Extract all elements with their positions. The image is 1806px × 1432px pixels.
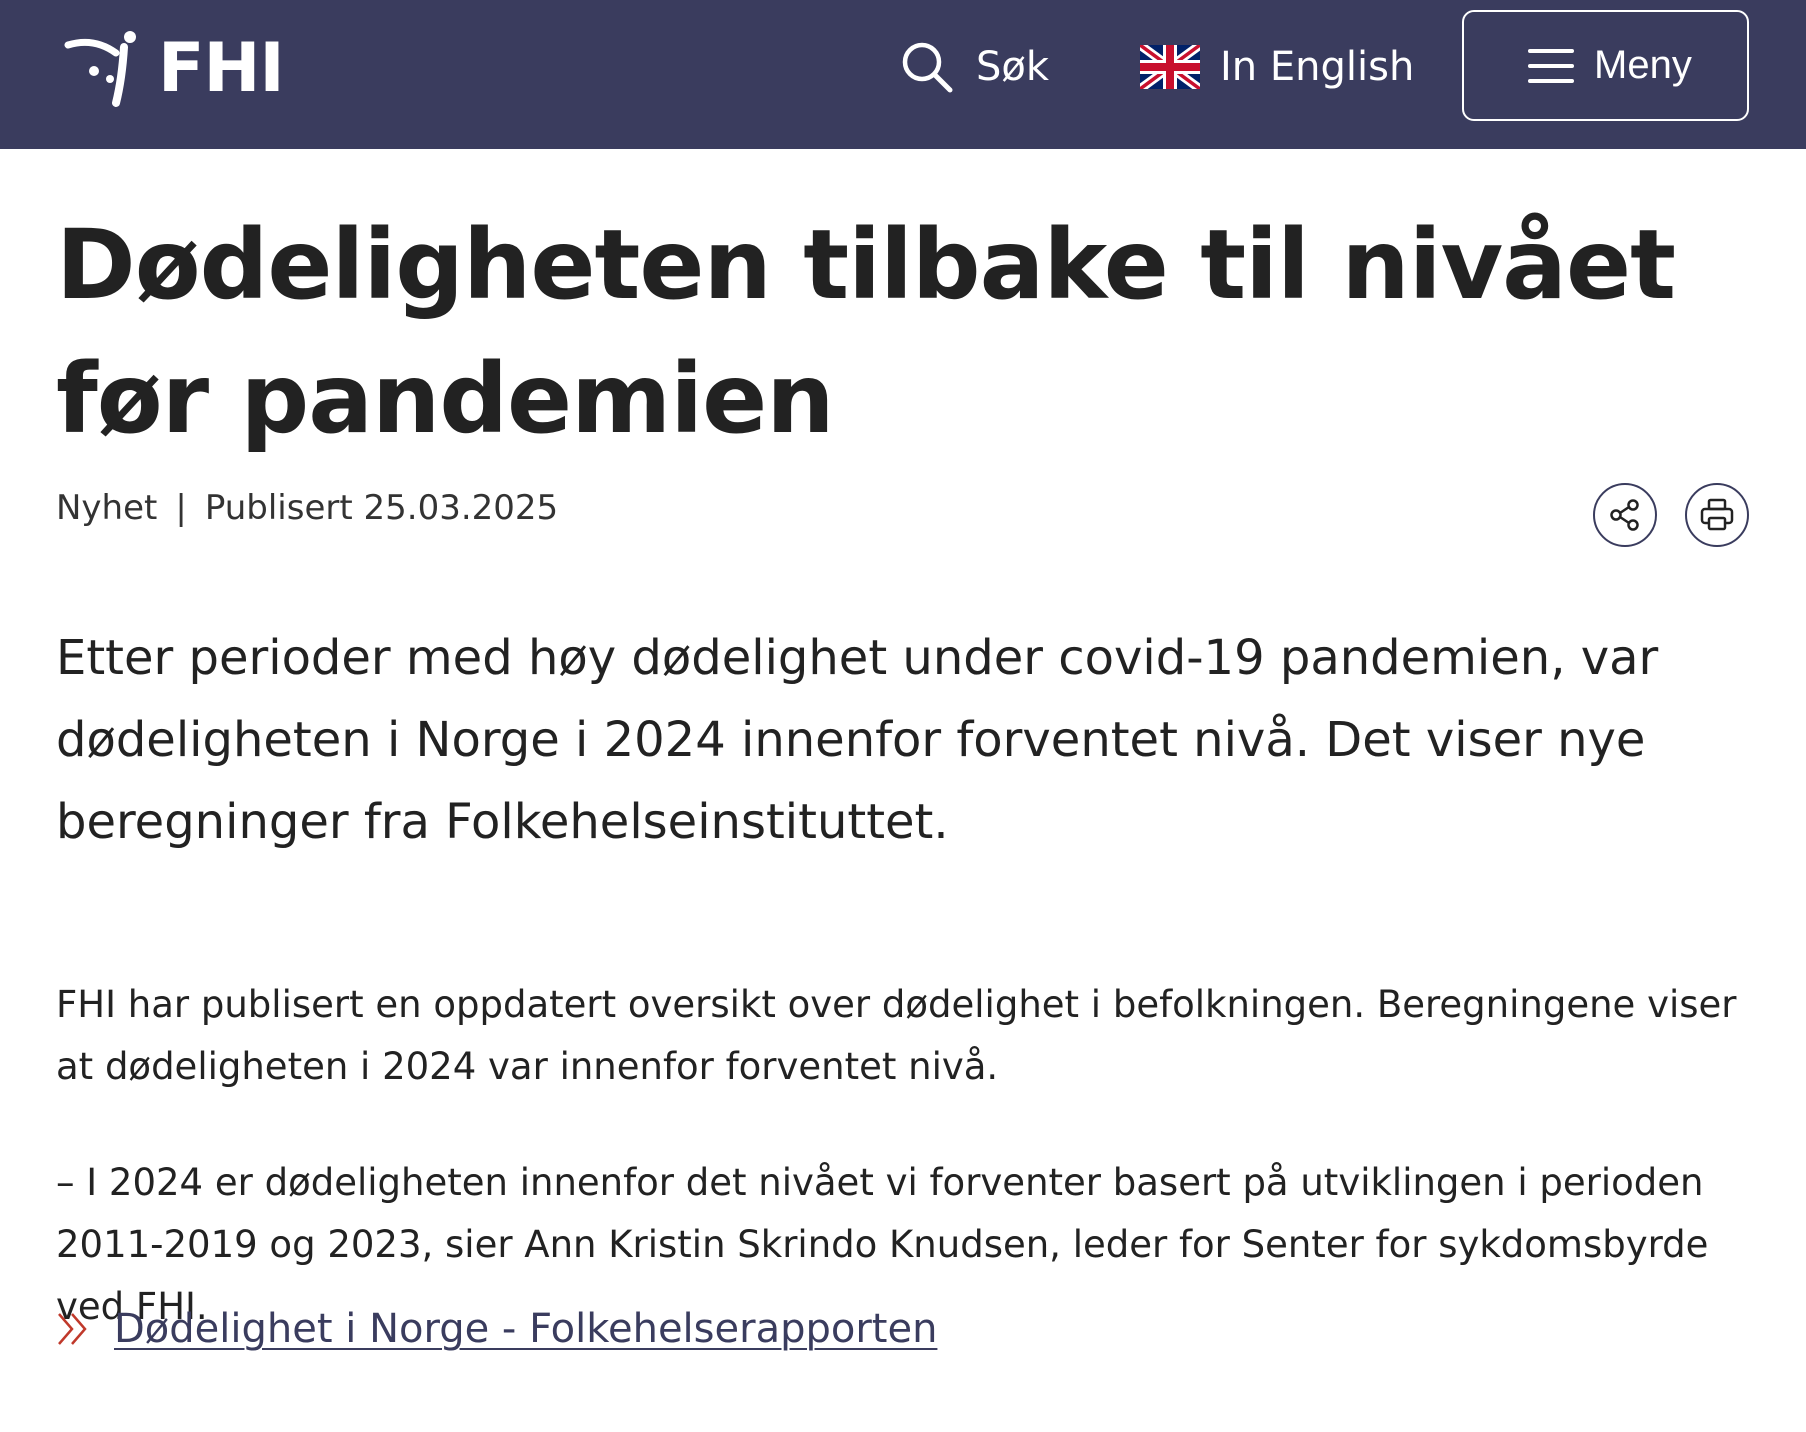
search-icon (902, 42, 953, 93)
menu-label: Meny (1594, 43, 1692, 87)
print-button[interactable] (1685, 483, 1749, 547)
article-paragraph: FHI har publisert en oppdatert oversikt … (56, 983, 1737, 1088)
related-link[interactable]: Dødelighet i Norge - Folkehelserapporten (114, 1306, 937, 1352)
article-meta: Nyhet | Publisert 25.03.2025 (56, 488, 558, 528)
menu-button[interactable]: Meny (1462, 10, 1749, 121)
fhi-logo-mark-icon (64, 31, 136, 107)
logo-text: FHI (158, 29, 285, 108)
article-category: Nyhet (56, 488, 158, 528)
article-title: Dødeligheten tilbake til nivået før pand… (56, 209, 1676, 455)
english-label: In English (1220, 44, 1415, 90)
print-icon (1700, 498, 1734, 531)
share-icon (1610, 499, 1639, 531)
english-language-link[interactable]: In English (1140, 0, 1414, 134)
related-link-row: Dødelighet i Norge - Folkehelserapporten (56, 1306, 937, 1352)
uk-flag-icon (1140, 45, 1200, 89)
double-chevron-right-icon (58, 1313, 87, 1345)
hamburger-icon (1528, 48, 1574, 83)
fhi-logo[interactable]: FHI (64, 24, 285, 114)
meta-separator: | (175, 488, 187, 528)
share-button[interactable] (1593, 483, 1657, 547)
published-date: Publisert 25.03.2025 (204, 488, 559, 528)
top-navigation-bar: FHI Søk In English Meny (0, 0, 1806, 149)
article-lead: Etter perioder med høy dødelighet under … (56, 630, 1659, 850)
search-label: Søk (976, 44, 1050, 90)
search-button[interactable]: Søk (900, 0, 1049, 134)
